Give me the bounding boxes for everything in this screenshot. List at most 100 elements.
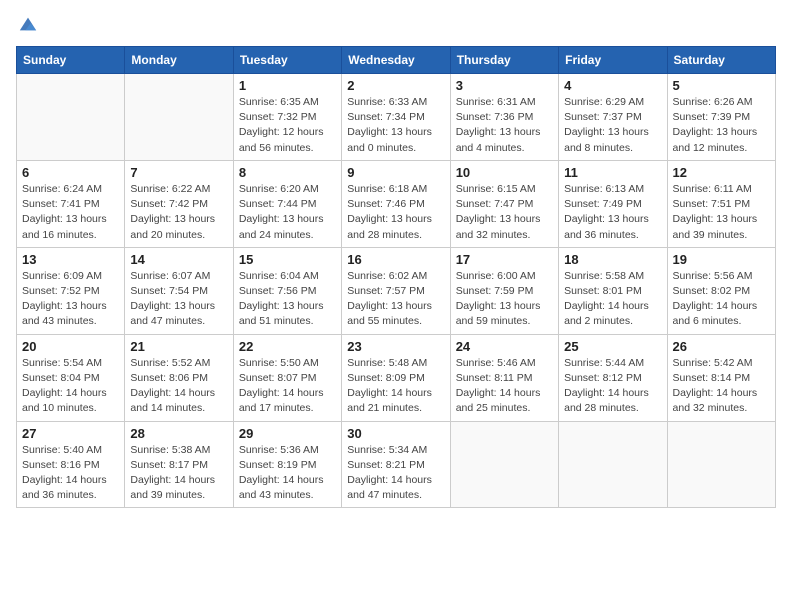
calendar-day-cell	[125, 74, 233, 161]
day-info: Sunrise: 6:29 AMSunset: 7:37 PMDaylight:…	[564, 95, 661, 156]
calendar-week-row: 6 Sunrise: 6:24 AMSunset: 7:41 PMDaylight…	[17, 160, 776, 247]
calendar-day-cell: 18 Sunrise: 5:58 AMSunset: 8:01 PMDayligh…	[559, 247, 667, 334]
calendar-day-cell: 8 Sunrise: 6:20 AMSunset: 7:44 PMDaylight…	[233, 160, 341, 247]
day-of-week-header: Friday	[559, 47, 667, 74]
calendar-day-cell: 28 Sunrise: 5:38 AMSunset: 8:17 PMDayligh…	[125, 421, 233, 508]
day-number: 2	[347, 78, 444, 93]
day-number: 26	[673, 339, 770, 354]
day-info: Sunrise: 5:50 AMSunset: 8:07 PMDaylight:…	[239, 356, 336, 417]
calendar-day-cell: 20Sunrise: 5:54 AMSunset: 8:04 PMDayligh…	[17, 334, 125, 421]
day-info: Sunrise: 6:09 AMSunset: 7:52 PMDaylight:…	[22, 269, 119, 330]
day-number: 15	[239, 252, 336, 267]
day-info: Sunrise: 5:38 AMSunset: 8:17 PMDaylight:…	[130, 443, 227, 504]
calendar-header-row: SundayMondayTuesdayWednesdayThursdayFrid…	[17, 47, 776, 74]
calendar-day-cell	[667, 421, 775, 508]
calendar-day-cell: 1Sunrise: 6:35 AMSunset: 7:32 PMDaylight…	[233, 74, 341, 161]
day-info: Sunrise: 6:33 AMSunset: 7:34 PMDaylight:…	[347, 95, 444, 156]
day-info: Sunrise: 6:13 AMSunset: 7:49 PMDaylight:…	[564, 182, 661, 243]
day-of-week-header: Monday	[125, 47, 233, 74]
calendar-day-cell: 23 Sunrise: 5:48 AMSunset: 8:09 PMDayligh…	[342, 334, 450, 421]
day-info: Sunrise: 6:31 AMSunset: 7:36 PMDaylight:…	[456, 95, 553, 156]
calendar-day-cell: 26 Sunrise: 5:42 AMSunset: 8:14 PMDayligh…	[667, 334, 775, 421]
day-info: Sunrise: 5:36 AMSunset: 8:19 PMDaylight:…	[239, 443, 336, 504]
day-number: 12	[673, 165, 770, 180]
day-info: Sunrise: 6:11 AMSunset: 7:51 PMDaylight:…	[673, 182, 770, 243]
calendar-day-cell	[559, 421, 667, 508]
calendar-day-cell: 25 Sunrise: 5:44 AMSunset: 8:12 PMDayligh…	[559, 334, 667, 421]
day-info: Sunrise: 5:58 AMSunset: 8:01 PMDaylight:…	[564, 269, 661, 330]
calendar-day-cell: 30Sunrise: 5:34 AMSunset: 8:21 PMDayligh…	[342, 421, 450, 508]
day-info: Sunrise: 5:40 AMSunset: 8:16 PMDaylight:…	[22, 443, 119, 504]
day-info: Sunrise: 6:02 AMSunset: 7:57 PMDaylight:…	[347, 269, 444, 330]
day-number: 29	[239, 426, 336, 441]
day-info: Sunrise: 6:26 AMSunset: 7:39 PMDaylight:…	[673, 95, 770, 156]
day-number: 6	[22, 165, 119, 180]
calendar-day-cell: 17 Sunrise: 6:00 AMSunset: 7:59 PMDayligh…	[450, 247, 558, 334]
calendar-day-cell: 6 Sunrise: 6:24 AMSunset: 7:41 PMDaylight…	[17, 160, 125, 247]
day-number: 20	[22, 339, 119, 354]
day-info: Sunrise: 5:48 AMSunset: 8:09 PMDaylight:…	[347, 356, 444, 417]
day-info: Sunrise: 6:20 AMSunset: 7:44 PMDaylight:…	[239, 182, 336, 243]
day-of-week-header: Saturday	[667, 47, 775, 74]
calendar-day-cell: 7 Sunrise: 6:22 AMSunset: 7:42 PMDaylight…	[125, 160, 233, 247]
day-info: Sunrise: 5:42 AMSunset: 8:14 PMDaylight:…	[673, 356, 770, 417]
calendar-week-row: 27 Sunrise: 5:40 AMSunset: 8:16 PMDayligh…	[17, 421, 776, 508]
calendar-week-row: 13Sunrise: 6:09 AMSunset: 7:52 PMDayligh…	[17, 247, 776, 334]
day-of-week-header: Sunday	[17, 47, 125, 74]
day-number: 23	[347, 339, 444, 354]
day-number: 16	[347, 252, 444, 267]
logo-icon	[18, 14, 38, 34]
day-number: 8	[239, 165, 336, 180]
calendar-week-row: 20Sunrise: 5:54 AMSunset: 8:04 PMDayligh…	[17, 334, 776, 421]
day-number: 25	[564, 339, 661, 354]
calendar-day-cell: 12 Sunrise: 6:11 AMSunset: 7:51 PMDayligh…	[667, 160, 775, 247]
calendar-table: SundayMondayTuesdayWednesdayThursdayFrid…	[16, 46, 776, 508]
calendar-day-cell: 15 Sunrise: 6:04 AMSunset: 7:56 PMDayligh…	[233, 247, 341, 334]
calendar-day-cell: 14 Sunrise: 6:07 AMSunset: 7:54 PMDayligh…	[125, 247, 233, 334]
day-number: 19	[673, 252, 770, 267]
day-of-week-header: Tuesday	[233, 47, 341, 74]
day-info: Sunrise: 6:22 AMSunset: 7:42 PMDaylight:…	[130, 182, 227, 243]
day-number: 21	[130, 339, 227, 354]
day-number: 24	[456, 339, 553, 354]
day-of-week-header: Thursday	[450, 47, 558, 74]
day-number: 22	[239, 339, 336, 354]
day-info: Sunrise: 6:18 AMSunset: 7:46 PMDaylight:…	[347, 182, 444, 243]
day-info: Sunrise: 5:56 AMSunset: 8:02 PMDaylight:…	[673, 269, 770, 330]
calendar-day-cell: 22 Sunrise: 5:50 AMSunset: 8:07 PMDayligh…	[233, 334, 341, 421]
day-info: Sunrise: 6:04 AMSunset: 7:56 PMDaylight:…	[239, 269, 336, 330]
calendar-day-cell: 9Sunrise: 6:18 AMSunset: 7:46 PMDaylight…	[342, 160, 450, 247]
calendar-day-cell: 5 Sunrise: 6:26 AMSunset: 7:39 PMDaylight…	[667, 74, 775, 161]
calendar-day-cell: 19 Sunrise: 5:56 AMSunset: 8:02 PMDayligh…	[667, 247, 775, 334]
calendar-day-cell: 10 Sunrise: 6:15 AMSunset: 7:47 PMDayligh…	[450, 160, 558, 247]
day-number: 4	[564, 78, 661, 93]
calendar-day-cell: 27 Sunrise: 5:40 AMSunset: 8:16 PMDayligh…	[17, 421, 125, 508]
calendar-day-cell: 3 Sunrise: 6:31 AMSunset: 7:36 PMDaylight…	[450, 74, 558, 161]
calendar-day-cell: 4 Sunrise: 6:29 AMSunset: 7:37 PMDaylight…	[559, 74, 667, 161]
day-number: 27	[22, 426, 119, 441]
day-number: 17	[456, 252, 553, 267]
day-info: Sunrise: 6:24 AMSunset: 7:41 PMDaylight:…	[22, 182, 119, 243]
day-number: 1	[239, 78, 336, 93]
day-number: 28	[130, 426, 227, 441]
day-number: 3	[456, 78, 553, 93]
day-info: Sunrise: 5:52 AMSunset: 8:06 PMDaylight:…	[130, 356, 227, 417]
day-info: Sunrise: 6:07 AMSunset: 7:54 PMDaylight:…	[130, 269, 227, 330]
calendar-day-cell: 21 Sunrise: 5:52 AMSunset: 8:06 PMDayligh…	[125, 334, 233, 421]
day-info: Sunrise: 5:34 AMSunset: 8:21 PMDaylight:…	[347, 443, 444, 504]
calendar-day-cell: 29 Sunrise: 5:36 AMSunset: 8:19 PMDayligh…	[233, 421, 341, 508]
day-info: Sunrise: 5:46 AMSunset: 8:11 PMDaylight:…	[456, 356, 553, 417]
day-number: 5	[673, 78, 770, 93]
day-of-week-header: Wednesday	[342, 47, 450, 74]
day-number: 14	[130, 252, 227, 267]
day-info: Sunrise: 6:00 AMSunset: 7:59 PMDaylight:…	[456, 269, 553, 330]
day-info: Sunrise: 5:44 AMSunset: 8:12 PMDaylight:…	[564, 356, 661, 417]
day-number: 18	[564, 252, 661, 267]
day-number: 10	[456, 165, 553, 180]
day-info: Sunrise: 6:15 AMSunset: 7:47 PMDaylight:…	[456, 182, 553, 243]
day-number: 7	[130, 165, 227, 180]
page-header	[16, 16, 776, 34]
calendar-day-cell: 24 Sunrise: 5:46 AMSunset: 8:11 PMDayligh…	[450, 334, 558, 421]
calendar-day-cell	[450, 421, 558, 508]
day-number: 11	[564, 165, 661, 180]
